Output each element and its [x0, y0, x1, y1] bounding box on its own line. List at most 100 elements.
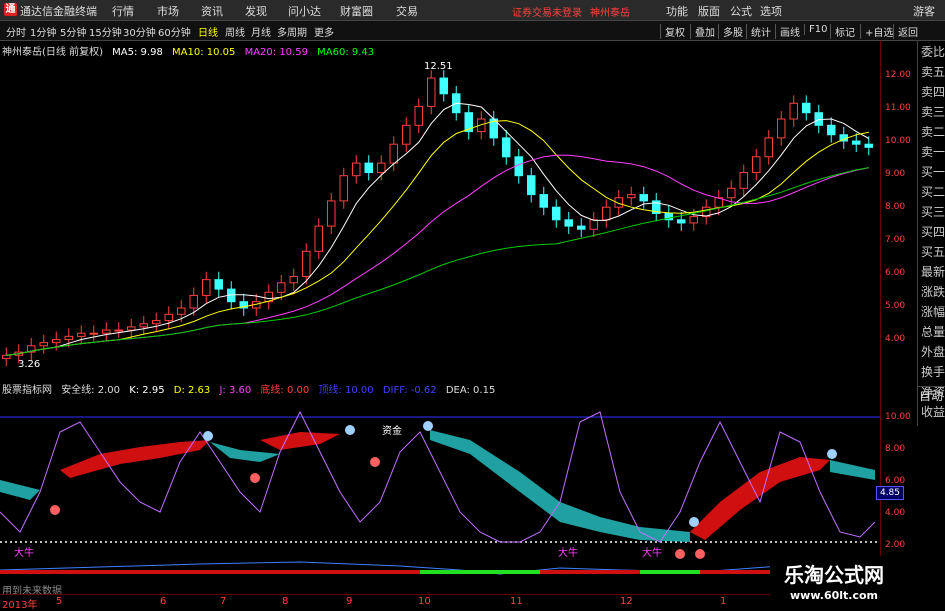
price-chart[interactable]: 12.51 3.26 [0, 41, 880, 379]
tool-diejia[interactable]: 叠加 [690, 24, 715, 39]
candle-body [552, 206, 561, 221]
side-item[interactable]: 外盘 [920, 343, 945, 360]
indicator-chart[interactable]: 大牛 大牛 大牛 资金 [0, 392, 880, 582]
high-price-label: 12.51 [424, 61, 453, 72]
menu-faxian[interactable]: 发现 [245, 3, 267, 19]
period-multi[interactable]: 多周期 [277, 24, 307, 39]
price-tick: 7.00 [885, 235, 906, 245]
period-daily[interactable]: 日线 [198, 24, 218, 39]
period-15min[interactable]: 15分钟 [89, 24, 122, 39]
guest-button[interactable]: 游客 [913, 3, 935, 19]
menu-banmian[interactable]: 版面 [698, 3, 720, 19]
side-item[interactable]: 卖一 [920, 143, 945, 160]
candle-body [327, 200, 336, 227]
side-item[interactable]: 总量 [920, 323, 945, 340]
period-more[interactable]: 更多 [314, 24, 334, 39]
side-item[interactable]: 收益 [920, 403, 945, 420]
side-item[interactable]: 买五 [920, 243, 945, 260]
k-line [0, 410, 876, 543]
red-band-3 [690, 457, 830, 540]
blue-ball-marker-2 [345, 425, 355, 435]
candle-body [589, 219, 598, 230]
candle-body [827, 124, 836, 136]
watermark-url: www.60lt.com [790, 589, 879, 602]
menu-xuanxiang[interactable]: 选项 [760, 3, 782, 19]
indicator-tick: 4.00 [885, 508, 906, 518]
blue-ball-marker [203, 431, 213, 441]
tool-fuquan[interactable]: 复权 [660, 24, 685, 39]
side-item[interactable]: 涨幅 [920, 303, 945, 320]
period-60min[interactable]: 60分钟 [158, 24, 191, 39]
candle-body [802, 102, 811, 114]
side-item[interactable]: 卖二 [920, 123, 945, 140]
candle-body [427, 77, 436, 107]
menu-zixun[interactable]: 资讯 [201, 3, 223, 19]
side-item[interactable]: 涨跌 [920, 283, 945, 300]
auto-button[interactable]: 自动 [917, 386, 945, 405]
menu-gongshi[interactable]: 公式 [730, 3, 752, 19]
red-band [60, 440, 210, 478]
side-item[interactable]: 卖五 [920, 63, 945, 80]
signal-bar-red-2 [540, 570, 640, 574]
side-item[interactable]: 卖四 [920, 83, 945, 100]
side-item[interactable]: 买四 [920, 223, 945, 240]
candle-body [277, 282, 286, 293]
price-tick: 8.00 [885, 202, 906, 212]
tool-biaoji[interactable]: 标记 [830, 24, 855, 39]
menu-jiaoyi[interactable]: 交易 [396, 3, 418, 19]
tool-duogu[interactable]: 多股 [718, 24, 743, 39]
indicator-value-badge: 4.85 [876, 486, 904, 500]
menu-gongneng[interactable]: 功能 [666, 3, 688, 19]
candle-body [627, 194, 636, 199]
candle-body [2, 354, 11, 359]
watermark-title: 乐淘公式网 [784, 563, 884, 587]
tool-huaxian[interactable]: 画线 [775, 24, 800, 39]
tool-tongji[interactable]: 统计 [746, 24, 771, 39]
cyan-band [0, 480, 40, 500]
period-fenshi[interactable]: 分时 [6, 24, 26, 39]
menu-hangqing[interactable]: 行情 [112, 3, 134, 19]
candle-body [89, 332, 98, 335]
login-notice[interactable]: 证券交易未登录 [512, 4, 582, 19]
side-item[interactable]: 买二 [920, 183, 945, 200]
period-monthly[interactable]: 月线 [251, 24, 271, 39]
candle-body [677, 219, 686, 224]
candlestick-series [2, 70, 873, 367]
candle-body [527, 175, 536, 196]
candle-body [52, 339, 61, 344]
side-item[interactable]: 委比 [920, 43, 945, 60]
period-30min[interactable]: 30分钟 [123, 24, 156, 39]
price-axis: 12.00 11.00 10.00 9.00 8.00 7.00 6.00 5.… [880, 41, 917, 586]
price-tick: 5.00 [885, 301, 906, 311]
watermark: 乐淘公式网 www.60lt.com [770, 556, 945, 609]
ma20-line [6, 154, 869, 356]
period-weekly[interactable]: 周线 [225, 24, 245, 39]
period-1min[interactable]: 1分钟 [30, 24, 56, 39]
tool-f10[interactable]: F10 [804, 24, 827, 35]
candle-body [114, 329, 123, 332]
side-item[interactable]: 换手 [920, 363, 945, 380]
red-ball-marker [50, 505, 60, 515]
stock-notice[interactable]: 神州泰岳 [590, 4, 630, 19]
red-ball-marker-5 [695, 549, 705, 559]
blue-ball-marker-4 [689, 517, 699, 527]
bull-signal-3: 大牛 [642, 546, 662, 559]
price-tick: 12.00 [885, 70, 911, 80]
side-item[interactable]: 最新 [920, 263, 945, 280]
period-5min[interactable]: 5分钟 [60, 24, 86, 39]
menu-wenxiaoda[interactable]: 问小达 [288, 3, 321, 19]
candle-body [364, 162, 373, 174]
side-item[interactable]: 卖三 [920, 103, 945, 120]
tool-zixuan[interactable]: +自选 [860, 24, 893, 39]
cyan-band-3 [430, 430, 690, 542]
cyan-band-4 [830, 460, 875, 480]
menu-shichang[interactable]: 市场 [157, 3, 179, 19]
date-axis: 2013年 5 6 7 8 9 10 11 12 1 [0, 594, 880, 611]
menu-caifuquan[interactable]: 财富圈 [340, 3, 373, 19]
side-item[interactable]: 买一 [920, 163, 945, 180]
side-item[interactable]: 买三 [920, 203, 945, 220]
tool-back[interactable]: 返回 [893, 24, 918, 39]
date-label: 5 [56, 596, 63, 607]
red-ball-marker-4 [675, 549, 685, 559]
date-label: 8 [282, 596, 289, 607]
